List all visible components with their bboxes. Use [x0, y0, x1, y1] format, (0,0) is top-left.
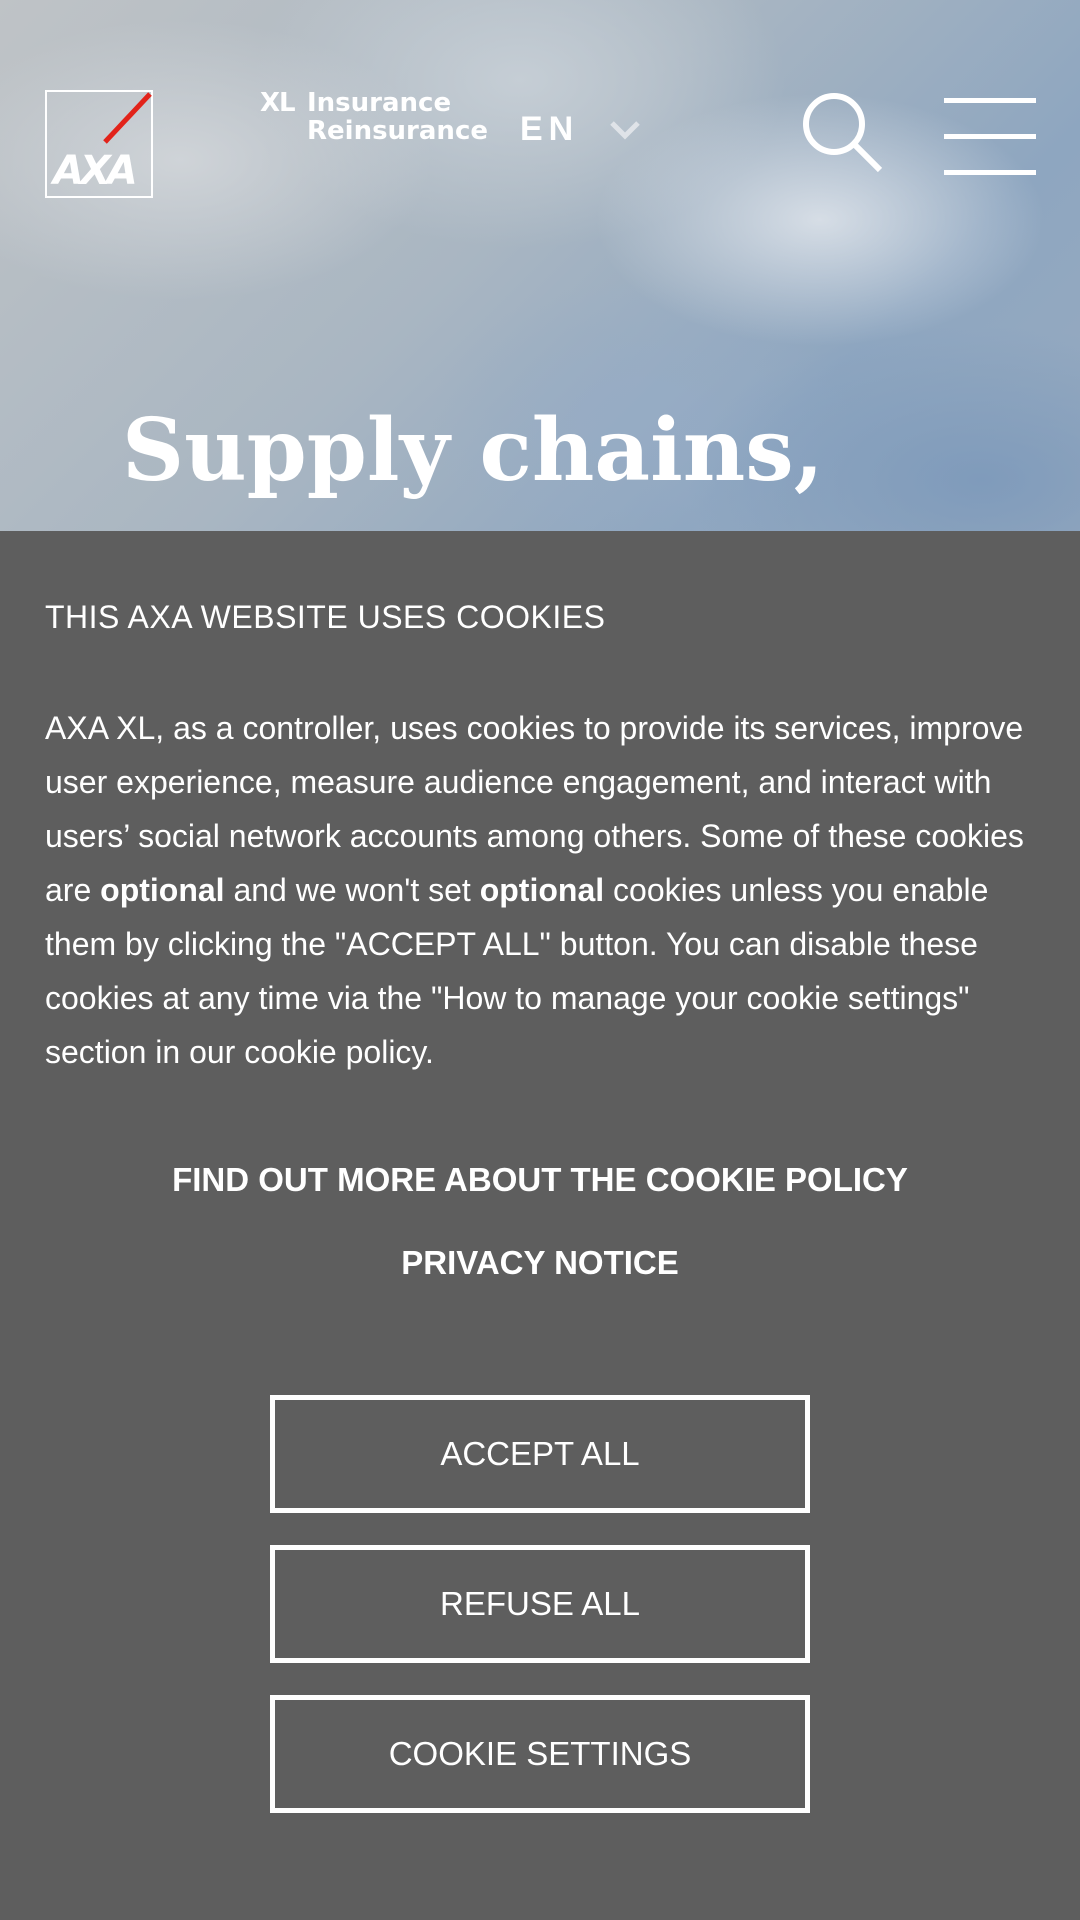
refuse-all-button[interactable]: REFUSE ALL [270, 1545, 810, 1663]
cookie-heading: THIS AXA WEBSITE USES COOKIES [45, 599, 606, 635]
cookie-policy-link[interactable]: FIND OUT MORE ABOUT THE COOKIE POLICY [0, 1161, 1080, 1199]
chevron-down-icon [610, 120, 641, 140]
menu-bar-middle [944, 134, 1036, 139]
brand-line-reinsurance: Reinsurance [307, 116, 488, 146]
search-icon [803, 93, 883, 173]
logo-text: AXA [50, 148, 135, 194]
menu-button[interactable] [944, 96, 1036, 178]
privacy-notice-link[interactable]: PRIVACY NOTICE [0, 1244, 1080, 1282]
cookie-body-bold-1: optional [100, 872, 225, 908]
xl-mark: XL [260, 88, 296, 118]
cookie-settings-button[interactable]: COOKIE SETTINGS [270, 1695, 810, 1813]
brand-line-insurance: Insurance [307, 88, 452, 118]
hamburger-menu-icon [944, 98, 1036, 103]
xl-brand[interactable]: XL Insurance Reinsurance [260, 88, 488, 148]
hero-section: AXA XL Insurance Reinsurance EN Supply c… [0, 0, 1080, 531]
accept-all-button[interactable]: ACCEPT ALL [270, 1395, 810, 1513]
axa-logo[interactable]: AXA [45, 90, 153, 198]
menu-bar-bottom [944, 170, 1036, 175]
hero-title: Supply chains, inflation and [122, 400, 824, 531]
cookie-body-bold-2: optional [479, 872, 605, 908]
cookie-body: AXA XL, as a controller, uses cookies to… [45, 701, 1045, 1079]
search-button[interactable] [800, 90, 886, 176]
language-selector[interactable]: EN [520, 110, 641, 149]
cookie-banner: THIS AXA WEBSITE USES COOKIES AXA XL, as… [0, 531, 1080, 1920]
cookie-body-text-2: and we won't set [224, 872, 480, 908]
language-label: EN [520, 110, 580, 148]
axa-logo-icon: AXA [50, 92, 152, 194]
